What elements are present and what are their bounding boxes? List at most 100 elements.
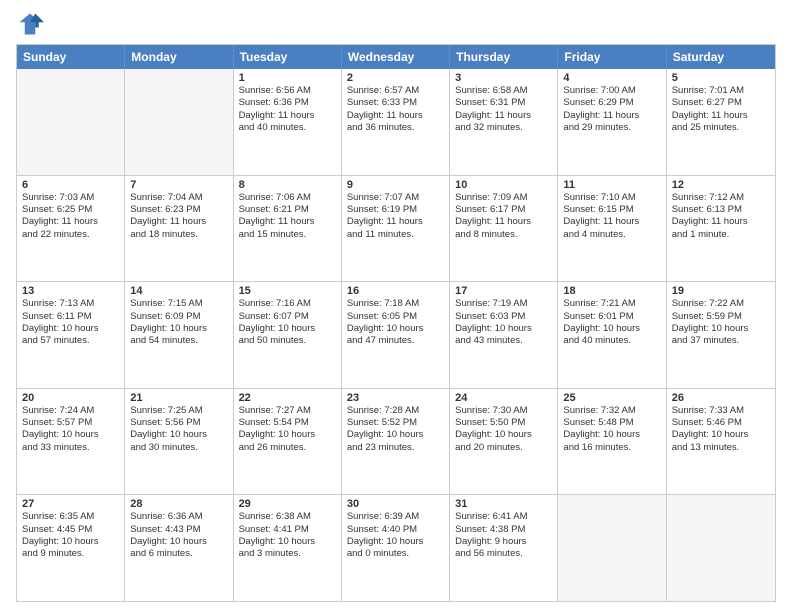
cell-info-line: Sunset: 6:36 PM (239, 97, 336, 109)
cell-info-line: Sunrise: 7:06 AM (239, 192, 336, 204)
cell-info-line: and 0 minutes. (347, 548, 444, 560)
cell-info-line: and 4 minutes. (563, 229, 660, 241)
cell-info-line: and 50 minutes. (239, 335, 336, 347)
cell-info-line: and 23 minutes. (347, 442, 444, 454)
day-number: 18 (563, 285, 660, 297)
day-number: 8 (239, 179, 336, 191)
cell-info-line: Sunrise: 7:16 AM (239, 298, 336, 310)
cell-info-line: Sunset: 6:09 PM (130, 311, 227, 323)
cell-info-line: Sunset: 4:45 PM (22, 524, 119, 536)
cell-info-line: and 33 minutes. (22, 442, 119, 454)
cell-info-line: and 43 minutes. (455, 335, 552, 347)
cell-info-line: and 47 minutes. (347, 335, 444, 347)
cell-info-line: Sunset: 4:43 PM (130, 524, 227, 536)
calendar-cell: 25Sunrise: 7:32 AMSunset: 5:48 PMDayligh… (558, 389, 666, 495)
cell-info-line: Sunrise: 7:07 AM (347, 192, 444, 204)
calendar: SundayMondayTuesdayWednesdayThursdayFrid… (16, 44, 776, 602)
weekday-header-wednesday: Wednesday (342, 45, 450, 69)
calendar-cell: 3Sunrise: 6:58 AMSunset: 6:31 PMDaylight… (450, 69, 558, 175)
cell-info-line: Daylight: 10 hours (563, 323, 660, 335)
cell-info-line: Sunset: 6:19 PM (347, 204, 444, 216)
cell-info-line: Sunset: 6:27 PM (672, 97, 770, 109)
cell-info-line: Daylight: 10 hours (347, 429, 444, 441)
logo (16, 10, 48, 38)
day-number: 23 (347, 392, 444, 404)
day-number: 10 (455, 179, 552, 191)
calendar-cell: 22Sunrise: 7:27 AMSunset: 5:54 PMDayligh… (234, 389, 342, 495)
calendar-cell: 18Sunrise: 7:21 AMSunset: 6:01 PMDayligh… (558, 282, 666, 388)
cell-info-line: Sunset: 5:50 PM (455, 417, 552, 429)
day-number: 15 (239, 285, 336, 297)
cell-info-line: and 26 minutes. (239, 442, 336, 454)
cell-info-line: and 54 minutes. (130, 335, 227, 347)
calendar-cell: 4Sunrise: 7:00 AMSunset: 6:29 PMDaylight… (558, 69, 666, 175)
weekday-header-thursday: Thursday (450, 45, 558, 69)
cell-info-line: Daylight: 10 hours (455, 429, 552, 441)
calendar-cell: 19Sunrise: 7:22 AMSunset: 5:59 PMDayligh… (667, 282, 775, 388)
day-number: 30 (347, 498, 444, 510)
calendar-cell: 8Sunrise: 7:06 AMSunset: 6:21 PMDaylight… (234, 176, 342, 282)
cell-info-line: Sunset: 6:17 PM (455, 204, 552, 216)
calendar-cell: 31Sunrise: 6:41 AMSunset: 4:38 PMDayligh… (450, 495, 558, 601)
cell-info-line: Sunset: 6:01 PM (563, 311, 660, 323)
weekday-header-tuesday: Tuesday (234, 45, 342, 69)
cell-info-line: Daylight: 10 hours (672, 429, 770, 441)
cell-info-line: Daylight: 11 hours (455, 216, 552, 228)
cell-info-line: Daylight: 11 hours (130, 216, 227, 228)
cell-info-line: Daylight: 11 hours (672, 110, 770, 122)
day-number: 14 (130, 285, 227, 297)
cell-info-line: Sunrise: 7:28 AM (347, 405, 444, 417)
cell-info-line: and 16 minutes. (563, 442, 660, 454)
cell-info-line: Sunrise: 7:18 AM (347, 298, 444, 310)
cell-info-line: and 56 minutes. (455, 548, 552, 560)
calendar-cell: 21Sunrise: 7:25 AMSunset: 5:56 PMDayligh… (125, 389, 233, 495)
cell-info-line: Sunset: 6:31 PM (455, 97, 552, 109)
cell-info-line: Sunrise: 7:25 AM (130, 405, 227, 417)
cell-info-line: Sunset: 5:59 PM (672, 311, 770, 323)
calendar-cell: 28Sunrise: 6:36 AMSunset: 4:43 PMDayligh… (125, 495, 233, 601)
cell-info-line: and 30 minutes. (130, 442, 227, 454)
day-number: 21 (130, 392, 227, 404)
cell-info-line: and 40 minutes. (563, 335, 660, 347)
cell-info-line: Daylight: 11 hours (563, 110, 660, 122)
cell-info-line: Sunrise: 6:36 AM (130, 511, 227, 523)
cell-info-line: Sunrise: 6:35 AM (22, 511, 119, 523)
cell-info-line: Daylight: 11 hours (22, 216, 119, 228)
cell-info-line: Sunrise: 6:58 AM (455, 85, 552, 97)
cell-info-line: Sunrise: 6:41 AM (455, 511, 552, 523)
day-number: 1 (239, 72, 336, 84)
cell-info-line: Sunrise: 7:24 AM (22, 405, 119, 417)
cell-info-line: Daylight: 10 hours (239, 429, 336, 441)
calendar-row-3: 20Sunrise: 7:24 AMSunset: 5:57 PMDayligh… (17, 388, 775, 495)
cell-info-line: Daylight: 10 hours (347, 536, 444, 548)
calendar-cell (17, 69, 125, 175)
calendar-cell: 24Sunrise: 7:30 AMSunset: 5:50 PMDayligh… (450, 389, 558, 495)
day-number: 2 (347, 72, 444, 84)
cell-info-line: Sunset: 4:38 PM (455, 524, 552, 536)
cell-info-line: and 37 minutes. (672, 335, 770, 347)
cell-info-line: Sunset: 6:33 PM (347, 97, 444, 109)
cell-info-line: and 57 minutes. (22, 335, 119, 347)
calendar-cell: 5Sunrise: 7:01 AMSunset: 6:27 PMDaylight… (667, 69, 775, 175)
cell-info-line: Sunrise: 7:04 AM (130, 192, 227, 204)
cell-info-line: Daylight: 10 hours (239, 536, 336, 548)
cell-info-line: Sunset: 6:11 PM (22, 311, 119, 323)
cell-info-line: Sunrise: 7:12 AM (672, 192, 770, 204)
cell-info-line: Sunrise: 7:19 AM (455, 298, 552, 310)
calendar-cell: 2Sunrise: 6:57 AMSunset: 6:33 PMDaylight… (342, 69, 450, 175)
day-number: 26 (672, 392, 770, 404)
calendar-cell: 11Sunrise: 7:10 AMSunset: 6:15 PMDayligh… (558, 176, 666, 282)
cell-info-line: Daylight: 11 hours (347, 216, 444, 228)
logo-icon (16, 10, 44, 38)
cell-info-line: Sunset: 4:41 PM (239, 524, 336, 536)
cell-info-line: and 32 minutes. (455, 122, 552, 134)
cell-info-line: Sunset: 5:48 PM (563, 417, 660, 429)
day-number: 11 (563, 179, 660, 191)
cell-info-line: Daylight: 11 hours (239, 110, 336, 122)
day-number: 19 (672, 285, 770, 297)
cell-info-line: and 11 minutes. (347, 229, 444, 241)
day-number: 13 (22, 285, 119, 297)
cell-info-line: Sunset: 6:05 PM (347, 311, 444, 323)
calendar-cell: 13Sunrise: 7:13 AMSunset: 6:11 PMDayligh… (17, 282, 125, 388)
day-number: 7 (130, 179, 227, 191)
